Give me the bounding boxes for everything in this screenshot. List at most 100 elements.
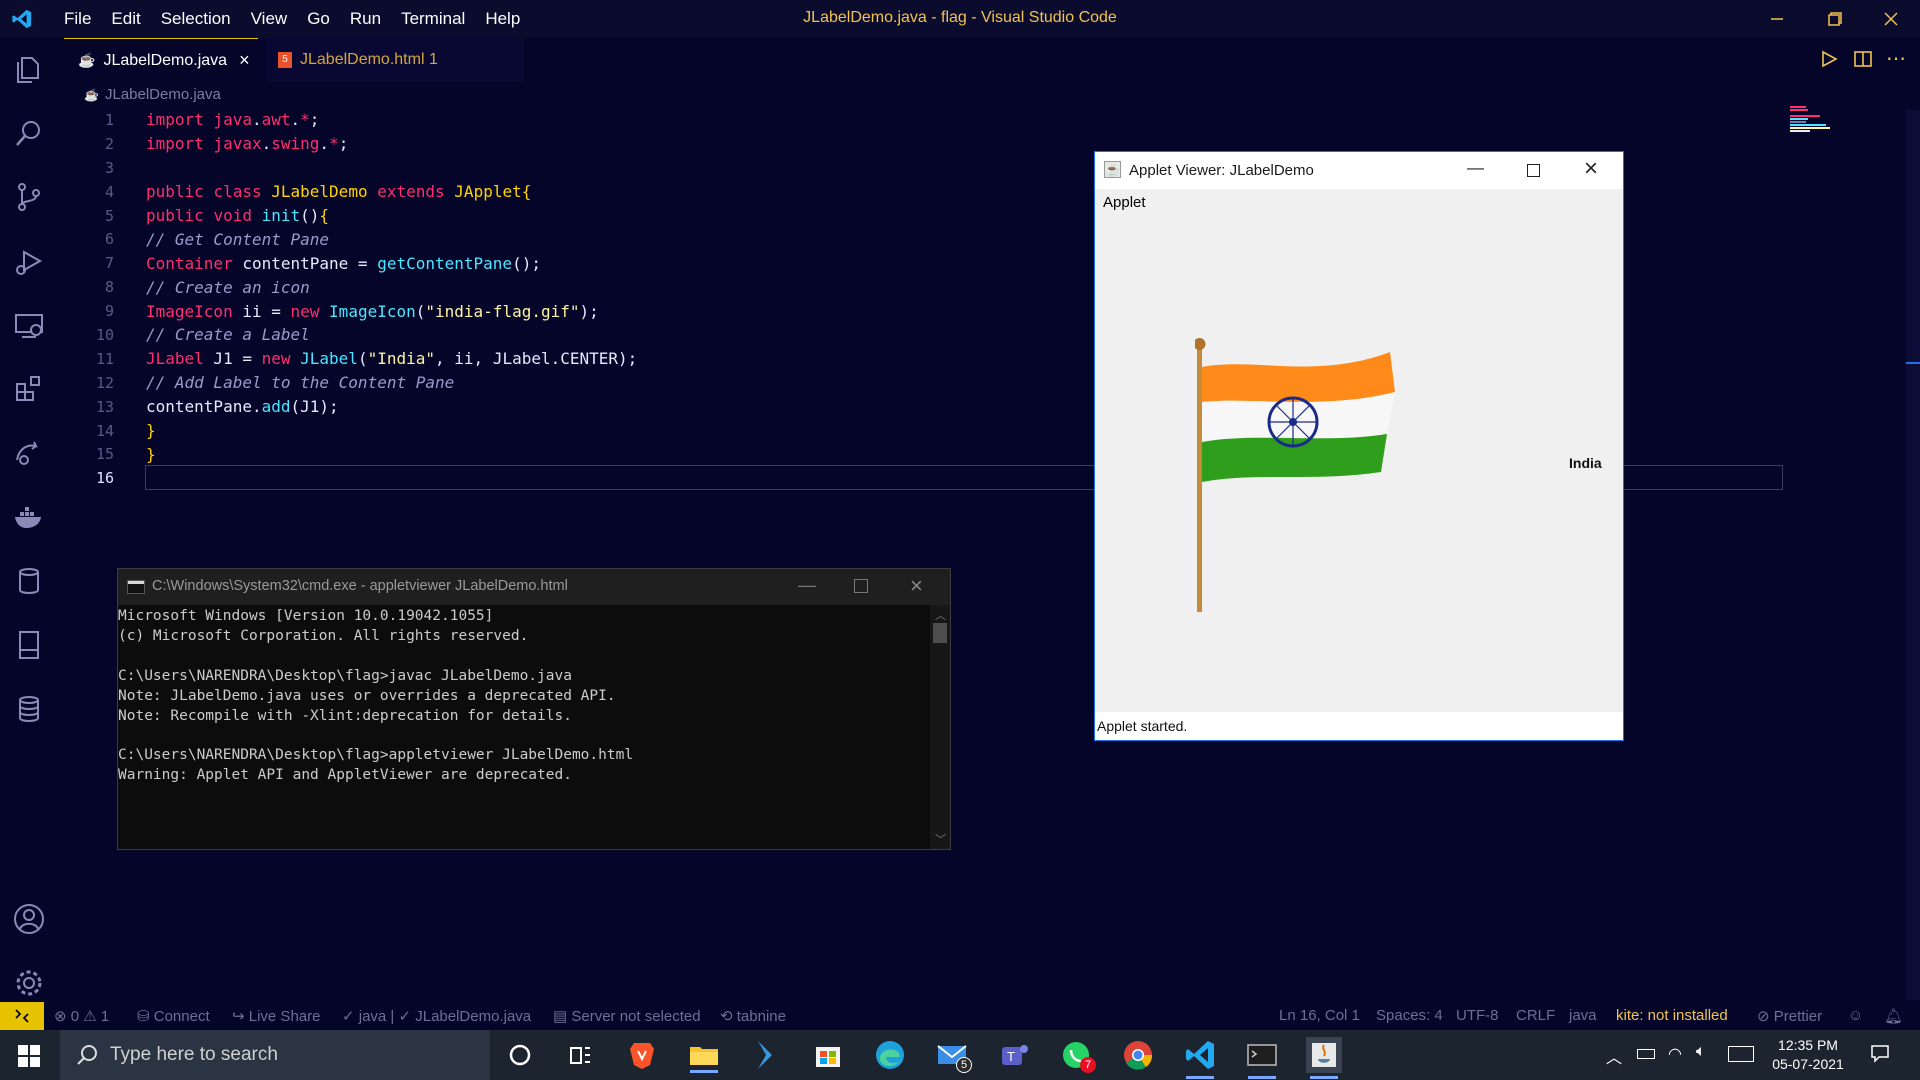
restore-button[interactable] xyxy=(1806,0,1864,38)
code-line[interactable]: 13 contentPane.add(J1); xyxy=(80,395,637,419)
line-number[interactable]: 7 xyxy=(80,254,114,272)
windows-start-icon[interactable] xyxy=(18,1045,40,1072)
line-number[interactable]: 12 xyxy=(80,374,114,392)
menu-terminal[interactable]: Terminal xyxy=(391,0,475,38)
cmd-scroll-thumb[interactable] xyxy=(933,623,947,643)
cmd-close-button[interactable]: × xyxy=(910,573,923,599)
gear-icon[interactable] xyxy=(12,966,46,1000)
breadcrumb[interactable]: ☕ JLabelDemo.java xyxy=(84,86,221,103)
tab-close-icon[interactable]: × xyxy=(239,50,250,71)
tabnine-status[interactable]: ⟲ tabnine xyxy=(720,1007,786,1025)
code-text[interactable]: Container contentPane = getContentPane()… xyxy=(146,254,541,273)
editor-scrollbar[interactable] xyxy=(1906,110,1920,1000)
close-button[interactable] xyxy=(1862,0,1920,38)
connect-status[interactable]: ⛁ Connect xyxy=(137,1007,210,1025)
applet-minimize-button[interactable]: — xyxy=(1467,158,1484,178)
code-text[interactable]: } xyxy=(146,445,156,464)
code-text[interactable]: public class JLabelDemo extends JApplet{ xyxy=(146,182,531,201)
notifications-icon[interactable] xyxy=(1870,1043,1890,1068)
code-line[interactable]: 8 // Create an icon xyxy=(80,275,637,299)
java-status[interactable]: ✓ java | ✓ JLabelDemo.java xyxy=(342,1007,531,1025)
code-line[interactable]: 16 xyxy=(80,466,637,490)
system-clock[interactable]: 12:35 PM 05-07-2021 xyxy=(1768,1036,1848,1074)
split-editor-icon[interactable] xyxy=(1854,50,1872,73)
explorer-icon[interactable] xyxy=(12,52,46,86)
code-line[interactable]: 4 public class JLabelDemo extends JApplet… xyxy=(80,180,637,204)
menu-view[interactable]: View xyxy=(241,0,298,38)
java-taskbar-icon[interactable] xyxy=(1306,1037,1342,1079)
code-editor[interactable]: 1 import java.awt.*; 2 import javax.swing.*… xyxy=(80,108,637,490)
line-number[interactable]: 8 xyxy=(80,278,114,296)
line-ending[interactable]: CRLF xyxy=(1516,1007,1555,1024)
applet-maximize-button[interactable] xyxy=(1527,164,1540,177)
chrome-icon[interactable] xyxy=(1120,1037,1156,1073)
cmd-maximize-button[interactable] xyxy=(854,579,868,593)
bell-icon[interactable]: 🔔︎ xyxy=(1884,1007,1903,1025)
code-text[interactable]: JLabel J1 = new JLabel("India", ii, JLab… xyxy=(146,349,637,368)
line-number[interactable]: 13 xyxy=(80,398,114,416)
menu-file[interactable]: File xyxy=(54,0,101,38)
code-line[interactable]: 10 // Create a Label xyxy=(80,323,637,347)
vscode-taskbar-icon[interactable] xyxy=(1182,1037,1218,1079)
cmd-window[interactable]: C:\Windows\System32\cmd.exe - appletview… xyxy=(117,568,951,850)
line-number[interactable]: 10 xyxy=(80,326,114,344)
edge-browser-icon[interactable] xyxy=(872,1037,908,1073)
menu-help[interactable]: Help xyxy=(475,0,530,38)
code-line[interactable]: 3 xyxy=(80,156,637,180)
volume-icon[interactable]: 🔈︎ xyxy=(1696,1043,1706,1061)
cmd-title-bar[interactable]: C:\Windows\System32\cmd.exe - appletview… xyxy=(118,569,950,605)
code-line[interactable]: 1 import java.awt.*; xyxy=(80,108,637,132)
vscode-logo-icon[interactable] xyxy=(10,8,34,30)
code-line[interactable]: 11 JLabel J1 = new JLabel("India", ii, JL… xyxy=(80,347,637,371)
code-text[interactable]: // Get Content Pane xyxy=(146,230,329,249)
code-line[interactable]: 6 // Get Content Pane xyxy=(80,227,637,251)
menu-edit[interactable]: Edit xyxy=(101,0,150,38)
code-line[interactable]: 5 public void init(){ xyxy=(80,204,637,228)
taskbar-search-box[interactable]: Type here to search xyxy=(60,1030,490,1080)
cmd-taskbar-icon[interactable] xyxy=(1244,1037,1280,1079)
run-debug-icon[interactable] xyxy=(12,244,46,278)
wifi-icon[interactable]: ◠ xyxy=(1668,1044,1682,1064)
minimize-button[interactable] xyxy=(1748,0,1806,38)
applet-viewer-window[interactable]: ☕ Applet Viewer: JLabelDemo — × Applet I… xyxy=(1094,151,1624,741)
code-text[interactable]: // Create a Label xyxy=(146,325,310,344)
line-number[interactable]: 6 xyxy=(80,230,114,248)
cmd-minimize-button[interactable]: — xyxy=(798,575,816,596)
menu-go[interactable]: Go xyxy=(297,0,340,38)
cmd-scrollbar[interactable]: ︿ ﹀ xyxy=(930,605,950,849)
code-text[interactable]: // Create an icon xyxy=(146,278,310,297)
applet-title-bar[interactable]: ☕ Applet Viewer: JLabelDemo — × xyxy=(1095,152,1623,189)
minimap[interactable] xyxy=(1788,104,1843,134)
cortana-icon[interactable] xyxy=(502,1037,538,1073)
line-number[interactable]: 1 xyxy=(80,111,114,129)
teams-icon[interactable]: T xyxy=(996,1037,1032,1073)
problems-indicator[interactable]: ⊗ 0 ⚠ 1 xyxy=(54,1007,109,1025)
code-text[interactable]: import java.awt.*; xyxy=(146,110,319,129)
code-line[interactable]: 15} xyxy=(80,442,637,466)
live-share-status[interactable]: ↪ Live Share xyxy=(232,1007,320,1025)
remote-indicator[interactable] xyxy=(0,1002,44,1030)
search-icon[interactable] xyxy=(12,116,46,150)
code-line[interactable]: 9 ImageIcon ii = new ImageIcon("india-fla… xyxy=(80,299,637,323)
code-line[interactable]: 14} xyxy=(80,419,637,443)
menu-selection[interactable]: Selection xyxy=(151,0,241,38)
live-share-icon[interactable] xyxy=(12,436,46,470)
remote-explorer-icon[interactable] xyxy=(12,308,46,342)
code-text[interactable]: public void init(){ xyxy=(146,206,329,225)
code-text[interactable]: ImageIcon ii = new ImageIcon("india-flag… xyxy=(146,302,599,321)
indentation[interactable]: Spaces: 4 xyxy=(1376,1007,1443,1024)
kite-status[interactable]: kite: not installed xyxy=(1616,1007,1728,1024)
encoding[interactable]: UTF-8 xyxy=(1456,1007,1499,1024)
applet-close-button[interactable]: × xyxy=(1584,155,1598,183)
code-line[interactable]: 2 import javax.swing.*; xyxy=(80,132,637,156)
microsoft-store-icon[interactable] xyxy=(810,1037,846,1073)
line-number[interactable]: 4 xyxy=(80,183,114,201)
mail-icon[interactable]: 5 xyxy=(934,1037,972,1073)
code-text[interactable]: import javax.swing.*; xyxy=(146,134,348,153)
menu-run[interactable]: Run xyxy=(340,0,391,38)
line-number[interactable]: 3 xyxy=(80,159,114,177)
scroll-down-icon[interactable]: ﹀ xyxy=(935,831,946,847)
line-number[interactable]: 9 xyxy=(80,302,114,320)
scroll-up-icon[interactable]: ︿ xyxy=(935,607,946,623)
code-line[interactable]: 12 // Add Label to the Content Pane xyxy=(80,371,637,395)
